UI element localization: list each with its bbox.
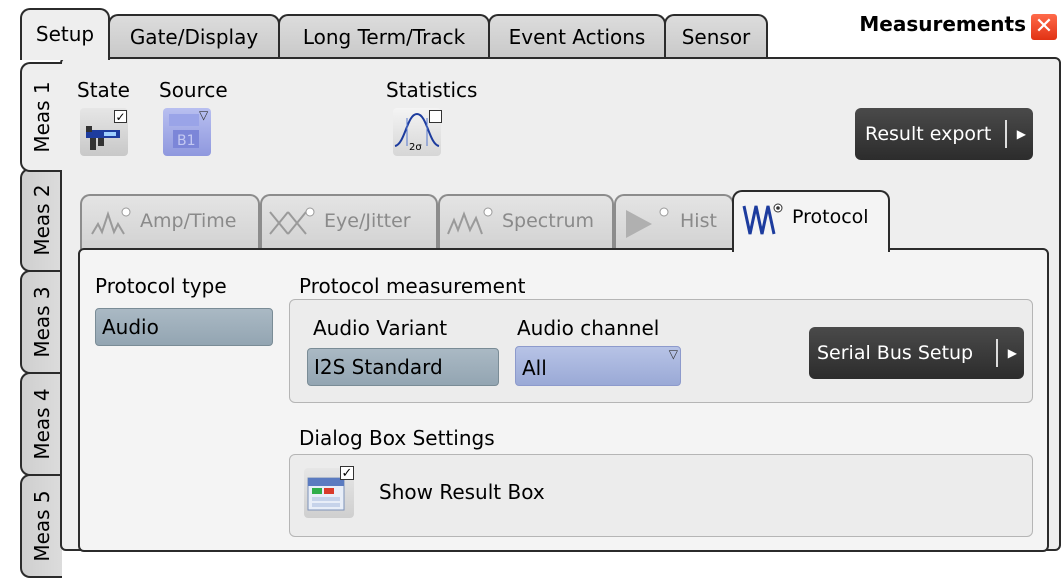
amp-time-icon: [91, 207, 131, 235]
side-tab-label: Meas 2: [30, 184, 54, 256]
button-separator: [1005, 120, 1007, 148]
tab-label: Amp/Time: [140, 210, 237, 232]
tab-amp-time[interactable]: Amp/Time: [80, 194, 260, 249]
eye-jitter-icon: [269, 207, 315, 235]
side-tab-label: Meas 3: [30, 286, 54, 358]
tab-hist[interactable]: Hist: [614, 194, 734, 249]
state-toggle[interactable]: ✓: [80, 108, 128, 156]
button-separator: [996, 339, 998, 367]
tab-sensor[interactable]: Sensor: [664, 14, 768, 58]
result-export-button[interactable]: Result export ▶: [855, 108, 1033, 160]
protocol-type-label: Protocol type: [95, 274, 227, 298]
show-result-box-toggle[interactable]: ✓: [304, 466, 354, 518]
sigma-label: 2σ: [409, 142, 422, 153]
statistics-label: Statistics: [386, 78, 478, 102]
tab-gate-display[interactable]: Gate/Display: [108, 14, 280, 58]
side-tab-meas-5[interactable]: Meas 5: [20, 474, 62, 578]
tab-label: Protocol: [792, 206, 869, 228]
svg-text:B1: B1: [177, 133, 196, 149]
histogram-icon: [626, 207, 669, 238]
tab-label: Hist: [680, 210, 717, 232]
side-tab-meas-2[interactable]: Meas 2: [20, 168, 62, 272]
close-icon[interactable]: ✕: [1031, 14, 1057, 40]
spectrum-icon: [447, 207, 493, 235]
dropdown-arrow-icon: ▽: [199, 108, 209, 122]
protocol-type-field[interactable]: Audio: [95, 308, 273, 346]
audio-channel-label: Audio channel: [517, 316, 660, 340]
tab-protocol[interactable]: Protocol: [732, 190, 890, 252]
audio-variant-label: Audio Variant: [313, 316, 448, 340]
show-result-box-checkbox[interactable]: ✓: [340, 466, 354, 480]
show-result-box-label: Show Result Box: [379, 480, 545, 504]
tab-event-actions[interactable]: Event Actions: [488, 14, 666, 58]
side-tab-label: Meas 4: [30, 388, 54, 460]
serial-bus-setup-button[interactable]: Serial Bus Setup ▶: [809, 327, 1024, 379]
tab-label: Eye/Jitter: [324, 210, 411, 232]
statistics-toggle[interactable]: 2σ: [393, 108, 442, 156]
side-tab-label: Meas 1: [30, 81, 54, 153]
tab-label: Spectrum: [502, 210, 595, 232]
audio-channel-select[interactable]: All ▽: [515, 346, 681, 386]
statistics-checkbox[interactable]: [429, 110, 442, 123]
protocol-measurement-label: Protocol measurement: [299, 274, 526, 298]
audio-variant-field[interactable]: I2S Standard: [307, 348, 499, 386]
result-export-label: Result export: [865, 123, 992, 145]
side-tab-meas-4[interactable]: Meas 4: [20, 372, 62, 476]
tab-long-term-track[interactable]: Long Term/Track: [278, 14, 490, 58]
serial-bus-setup-label: Serial Bus Setup: [817, 342, 974, 364]
dropdown-arrow-icon: ▽: [668, 347, 678, 361]
audio-channel-value: All: [522, 356, 547, 380]
state-label: State: [77, 78, 130, 102]
tab-eye-jitter[interactable]: Eye/Jitter: [260, 194, 438, 249]
protocol-icon: [742, 203, 783, 235]
source-label: Source: [159, 78, 228, 102]
tab-spectrum[interactable]: Spectrum: [438, 194, 614, 249]
side-tab-label: Meas 5: [30, 490, 54, 562]
play-arrow-icon: ▶: [1016, 127, 1026, 141]
side-tab-meas-1[interactable]: Meas 1: [20, 62, 62, 172]
dialog-box-settings-label: Dialog Box Settings: [299, 426, 495, 450]
state-checkbox[interactable]: ✓: [114, 110, 127, 123]
window-title: Measurements: [859, 12, 1026, 36]
side-tab-meas-3[interactable]: Meas 3: [20, 270, 62, 374]
source-select[interactable]: B1 ▽: [163, 108, 211, 156]
tab-setup[interactable]: Setup: [20, 8, 110, 60]
play-arrow-icon: ▶: [1007, 346, 1017, 360]
